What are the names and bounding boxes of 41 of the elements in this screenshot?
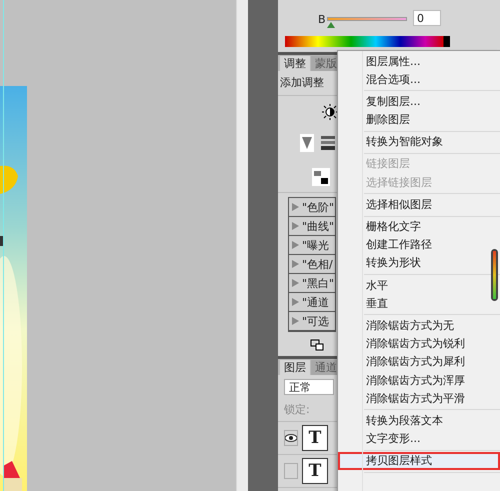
menu-item[interactable]: 转换为智能对象 [338, 133, 500, 152]
preset-item[interactable]: "曲线" [289, 217, 335, 236]
panel-tab[interactable]: 图层 [280, 360, 310, 375]
menu-item[interactable]: 文字变形... [338, 430, 500, 448]
channel-slider[interactable] [327, 17, 407, 29]
menu-item[interactable]: 选择相似图层 [338, 196, 500, 214]
preset-item[interactable]: "黑白" [289, 274, 335, 293]
channel-label: B [318, 13, 326, 26]
menu-item[interactable]: 消除锯齿方式为浑厚 [338, 372, 500, 390]
preset-item[interactable]: "色阶" [289, 198, 335, 217]
visibility-toggle[interactable] [284, 463, 298, 479]
layer-thumbnail[interactable]: T [302, 458, 328, 484]
menu-item[interactable]: 转换为形状 [338, 254, 500, 273]
value-field[interactable]: 0 [413, 10, 441, 26]
menu-item[interactable]: 消除锯齿方式为无 [338, 316, 500, 336]
levels-icon[interactable] [321, 135, 335, 151]
menu-item[interactable]: 图层属性... [338, 52, 500, 71]
gradient-icon[interactable] [300, 134, 314, 152]
menu-item[interactable]: 混合选项... [338, 70, 500, 89]
panel-view-icon[interactable] [310, 339, 324, 351]
menu-item[interactable]: 创建工作路径 [338, 236, 500, 254]
layer-thumbnail[interactable]: T [302, 425, 328, 451]
menu-item[interactable]: 删除图层 [338, 111, 500, 130]
scroll-indicator [491, 249, 498, 301]
menu-item[interactable]: 消除锯齿方式为锐利 [338, 335, 500, 354]
preset-item[interactable]: "色相/ [289, 255, 335, 274]
menu-item[interactable]: 水平 [338, 276, 500, 295]
preset-item[interactable]: "通道 [289, 293, 335, 312]
visibility-toggle[interactable] [284, 430, 298, 446]
menu-item[interactable]: 消除锯齿方式为犀利 [338, 353, 500, 372]
blend-mode-dropdown[interactable]: 正常 [284, 379, 334, 395]
mixer-icon[interactable] [312, 168, 330, 186]
slider-thumb[interactable] [327, 22, 335, 28]
menu-item[interactable]: 栅格化文字 [338, 218, 500, 236]
menu-item[interactable]: 垂直 [338, 294, 500, 313]
panel-tab[interactable]: 调整 [280, 56, 310, 71]
preset-item[interactable]: "可选 [289, 312, 335, 331]
eye-icon [285, 434, 297, 442]
color-spectrum[interactable] [285, 36, 450, 47]
menu-item[interactable]: 拷贝图层样式 [338, 452, 500, 470]
preset-item[interactable]: "曝光 [289, 236, 335, 255]
